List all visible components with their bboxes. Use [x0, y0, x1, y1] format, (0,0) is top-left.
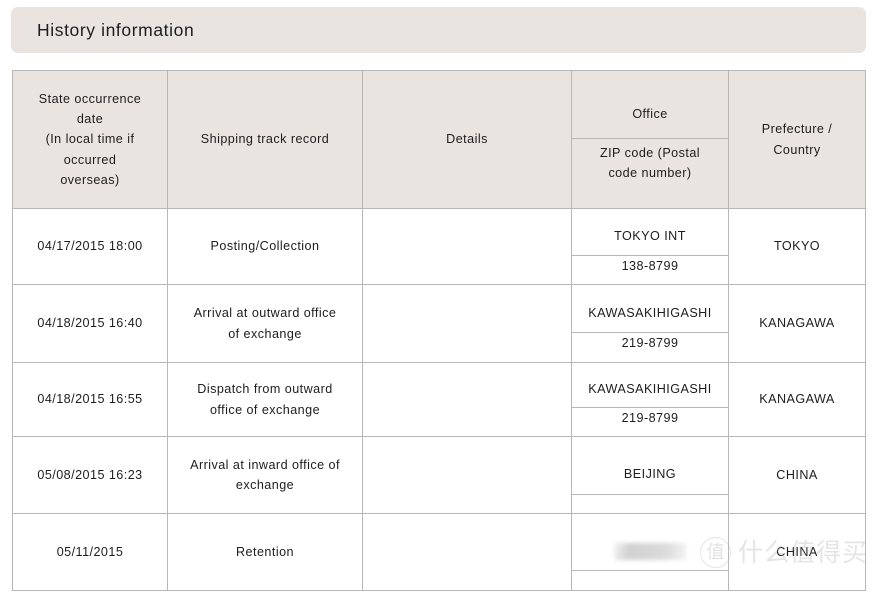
table-row: 05/11/2015 Retention CHINA	[12, 513, 866, 591]
table-header: State occurrence date (In local time if …	[12, 70, 866, 209]
cell-details	[362, 284, 572, 363]
cell-details	[362, 436, 572, 514]
cell-prefecture: CHINA	[728, 513, 866, 591]
column-header-zip-code: ZIP code (Postal code number)	[572, 139, 728, 188]
cell-track-record: Posting/Collection	[167, 208, 363, 285]
cell-track-record: Dispatch from outward office of exchange	[167, 362, 363, 437]
cell-details	[362, 208, 572, 285]
cell-track-record: Retention	[167, 513, 363, 591]
column-header-zip-line-1: ZIP code (Postal	[599, 145, 701, 160]
column-header-date-line-3: (In local time if	[45, 132, 135, 147]
cell-track-line-2: office of exchange	[209, 402, 321, 417]
cell-track-line-1: Arrival at inward office of	[190, 457, 340, 472]
cell-details	[362, 362, 572, 437]
cell-zip-code: 219-8799	[621, 336, 679, 351]
column-header-details: Details	[362, 70, 572, 209]
cell-track-record: Arrival at outward office of exchange	[167, 284, 363, 363]
cell-track-record: Arrival at inward office of exchange	[167, 436, 363, 514]
table-row: 04/17/2015 18:00 Posting/Collection TOKY…	[12, 208, 866, 285]
history-table: State occurrence date (In local time if …	[12, 70, 866, 591]
page-title: History information	[37, 19, 195, 40]
cell-date: 05/08/2015 16:23	[12, 436, 168, 514]
column-header-prefecture-country: Prefecture / Country	[728, 70, 866, 209]
cell-date: 04/18/2015 16:40	[12, 284, 168, 363]
cell-date: 04/17/2015 18:00	[12, 208, 168, 285]
cell-track-line-1: Dispatch from outward	[197, 382, 333, 397]
cell-track-line-1: Arrival at outward office	[193, 306, 337, 321]
cell-prefecture: KANAGAWA	[728, 362, 866, 437]
column-header-zip-line-2: code number)	[608, 166, 692, 180]
table-row: 04/18/2015 16:40 Arrival at outward offi…	[12, 284, 866, 363]
table-row: 05/08/2015 16:23 Arrival at inward offic…	[12, 436, 866, 514]
cell-office-name: KAWASAKIHIGASHI	[572, 370, 728, 409]
column-header-office: Office ZIP code (Postal code number)	[571, 70, 729, 209]
cell-zip-code: 219-8799	[621, 411, 679, 426]
cell-date: 05/11/2015	[12, 513, 168, 591]
column-header-date-line-1: State occurrence	[38, 91, 142, 106]
cell-office-name-redacted	[572, 534, 728, 571]
cell-prefecture: TOKYO	[728, 208, 866, 285]
column-header-office-label: Office	[572, 92, 728, 139]
cell-zip-code: 138-8799	[621, 259, 679, 274]
cell-track-line-1: Posting/Collection	[210, 239, 320, 254]
column-header-state-occurrence-date: State occurrence date (In local time if …	[12, 70, 168, 209]
table-body: 04/17/2015 18:00 Posting/Collection TOKY…	[12, 208, 866, 591]
column-header-prefecture-line-2: Country	[773, 142, 821, 157]
cell-office: KAWASAKIHIGASHI 219-8799	[571, 284, 729, 363]
table-row: 04/18/2015 16:55 Dispatch from outward o…	[12, 362, 866, 437]
cell-date: 04/18/2015 16:55	[12, 362, 168, 437]
cell-office: BEIJING	[571, 436, 729, 514]
cell-prefecture: CHINA	[728, 436, 866, 514]
cell-track-line-2: of exchange	[228, 326, 302, 341]
cell-track-line-2: exchange	[235, 478, 295, 492]
redacted-office-name	[614, 543, 686, 560]
table-header-row: State occurrence date (In local time if …	[12, 70, 866, 209]
cell-prefecture: KANAGAWA	[728, 284, 866, 363]
column-header-date-line-4: occurred	[63, 152, 117, 167]
column-header-prefecture-line-1: Prefecture /	[761, 122, 833, 137]
page-title-bar: History information	[11, 7, 866, 53]
cell-office-name: BEIJING	[572, 455, 728, 495]
cell-track-line-1: Retention	[236, 544, 294, 559]
column-header-date-line-2: date	[76, 111, 104, 126]
cell-office-name: KAWASAKIHIGASHI	[572, 293, 728, 334]
cell-office-name: TOKYO INT	[572, 216, 728, 257]
column-header-shipping-track-record: Shipping track record	[167, 70, 363, 209]
cell-office: KAWASAKIHIGASHI 219-8799	[571, 362, 729, 437]
cell-office	[571, 513, 729, 591]
cell-details	[362, 513, 572, 591]
column-header-date-line-5: overseas)	[60, 173, 120, 188]
cell-office: TOKYO INT 138-8799	[571, 208, 729, 285]
